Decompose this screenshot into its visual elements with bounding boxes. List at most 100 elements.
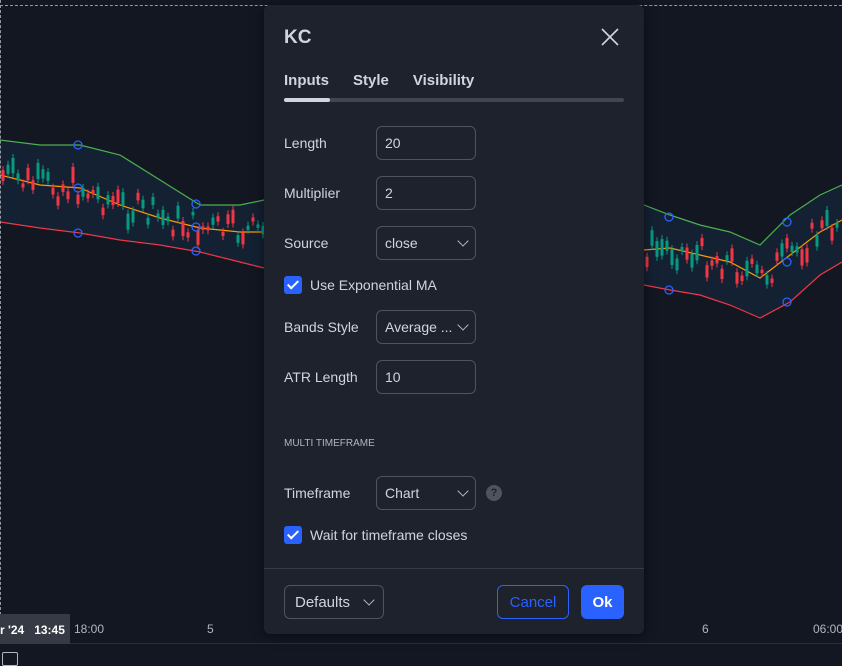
- candle-body: [745, 260, 749, 277]
- candle-body: [126, 213, 130, 230]
- candle-body: [86, 193, 90, 199]
- tab-indicator: [284, 98, 624, 102]
- tab-inputs[interactable]: Inputs: [284, 72, 329, 89]
- candle-body: [660, 239, 664, 256]
- candle-body: [76, 194, 80, 205]
- candle-body: [121, 192, 125, 206]
- section-heading: MULTI TIMEFRAME: [284, 438, 375, 449]
- candle-body: [41, 169, 45, 179]
- candle-body: [665, 240, 669, 251]
- defaults-button[interactable]: Defaults: [284, 585, 384, 619]
- crosshair-vertical: [0, 0, 1, 620]
- candle-body: [106, 195, 110, 205]
- candle-body: [820, 220, 824, 229]
- candle-body: [196, 230, 200, 245]
- use-ema-label: Use Exponential MA: [310, 277, 437, 293]
- candle-body: [246, 225, 250, 230]
- candle-body: [161, 209, 165, 226]
- time-label: 5: [207, 622, 214, 636]
- candle-body: [141, 199, 145, 209]
- candle-body: [655, 241, 659, 257]
- wait-closes-checkbox[interactable]: [284, 526, 302, 544]
- timeframe-select[interactable]: Chart: [376, 476, 476, 510]
- indicator-settings-dialog: KC Inputs Style Visibility Length 20 Mult…: [264, 5, 644, 634]
- candle-body: [785, 237, 789, 249]
- candle-body: [770, 278, 774, 284]
- candle-body: [700, 237, 704, 247]
- chevron-down-icon: [457, 319, 469, 331]
- candle-body: [36, 162, 40, 180]
- bands-style-select[interactable]: Average ...: [376, 310, 476, 344]
- chevron-down-icon: [457, 485, 469, 497]
- band-fill: [644, 185, 842, 318]
- candle-body: [710, 260, 714, 266]
- candle-body: [256, 224, 260, 228]
- source-select[interactable]: close: [376, 226, 476, 260]
- candle-body: [251, 217, 255, 222]
- candle-body: [645, 256, 649, 268]
- atr-length-label: ATR Length: [284, 369, 358, 385]
- atr-length-input[interactable]: 10: [376, 360, 476, 394]
- candle-body: [211, 217, 215, 225]
- candle-body: [690, 253, 694, 268]
- candle-body: [101, 207, 105, 216]
- multiplier-label: Multiplier: [284, 185, 341, 201]
- candle-body: [16, 173, 20, 181]
- tab-visibility[interactable]: Visibility: [413, 72, 474, 89]
- candle-body: [96, 186, 100, 200]
- candle-body: [61, 184, 65, 192]
- chevron-down-icon: [363, 594, 375, 606]
- candle-body: [740, 275, 744, 282]
- candle-body: [216, 216, 220, 222]
- candle-body: [191, 212, 195, 216]
- candle-body: [181, 220, 185, 237]
- candle-body: [805, 248, 809, 263]
- close-icon[interactable]: [598, 25, 622, 49]
- candle-body: [166, 216, 170, 222]
- candle-body: [650, 230, 654, 246]
- help-icon[interactable]: ?: [486, 485, 502, 501]
- length-input[interactable]: 20: [376, 126, 476, 160]
- use-ema-checkbox[interactable]: [284, 276, 302, 294]
- candle-body: [46, 171, 50, 181]
- wait-closes-label: Wait for timeframe closes: [310, 527, 468, 543]
- candle-body: [31, 180, 35, 190]
- timeframe-label: Timeframe: [284, 485, 351, 501]
- candle-body: [26, 167, 30, 181]
- ok-button[interactable]: Ok: [581, 585, 624, 619]
- length-label: Length: [284, 135, 327, 151]
- candle-body: [111, 195, 115, 206]
- chevron-down-icon: [457, 235, 469, 247]
- candle-body: [780, 243, 784, 257]
- candle-body: [750, 258, 754, 264]
- candle-body: [186, 232, 190, 238]
- candle-body: [176, 205, 180, 219]
- candle-body: [790, 245, 794, 252]
- candle-body: [775, 252, 779, 261]
- candle-body: [765, 275, 769, 285]
- tab-style[interactable]: Style: [353, 72, 389, 89]
- candle-body: [720, 268, 724, 280]
- multiplier-input[interactable]: 2: [376, 176, 476, 210]
- candle-body: [226, 214, 230, 224]
- candle-body: [146, 217, 150, 225]
- candle-body: [815, 235, 819, 247]
- candle-body: [206, 226, 210, 231]
- dialog-title: KC: [284, 27, 312, 48]
- cancel-button[interactable]: Cancel: [497, 585, 569, 619]
- time-axis-crosshair-label: r '24 13:45: [0, 614, 70, 644]
- candle-body: [66, 191, 70, 200]
- candle-body: [830, 227, 834, 241]
- candle-body: [171, 229, 175, 237]
- candle-body: [56, 196, 60, 206]
- candle-body: [116, 189, 120, 203]
- candle-body: [71, 166, 75, 183]
- candle-body: [156, 213, 160, 218]
- candle-body: [6, 164, 10, 174]
- candle-body: [730, 248, 734, 262]
- candle-body: [795, 246, 799, 253]
- candle-body: [241, 232, 245, 245]
- candle-body: [810, 222, 814, 229]
- candle-body: [670, 249, 674, 265]
- candle-body: [136, 192, 140, 201]
